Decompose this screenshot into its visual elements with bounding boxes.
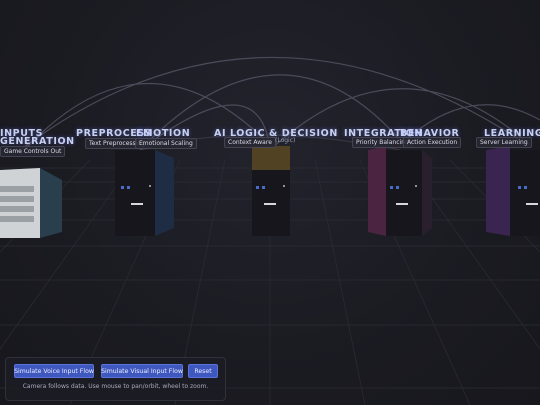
module-subtitle: Game Controls Out [0, 146, 66, 157]
reset-button[interactable]: Reset [188, 364, 218, 378]
simulate-visual-button[interactable]: Simulate Visual Input Flow [101, 364, 183, 378]
3d-scene-canvas[interactable] [0, 0, 540, 405]
module-learning-server[interactable] [486, 146, 540, 236]
module-preprocess-server[interactable] [115, 150, 174, 236]
module-subtitle: Context Aware [224, 137, 276, 148]
module-subtitle: Action Execution [403, 137, 462, 148]
module-inputs-server[interactable] [0, 168, 62, 238]
camera-hint: Camera follows data. Use mouse to pan/or… [22, 383, 209, 390]
module-subtitle-secondary: (Logic) [275, 137, 296, 144]
module-subtitle: Emotional Scaling [135, 138, 197, 149]
module-subtitle: Server Learning [476, 137, 532, 148]
control-panel: Simulate Voice Input Flow Simulate Visua… [5, 357, 226, 401]
module-integration-server[interactable] [368, 146, 432, 236]
simulate-voice-button[interactable]: Simulate Voice Input Flow [14, 364, 94, 378]
module-ai-logic-server[interactable] [252, 146, 290, 236]
